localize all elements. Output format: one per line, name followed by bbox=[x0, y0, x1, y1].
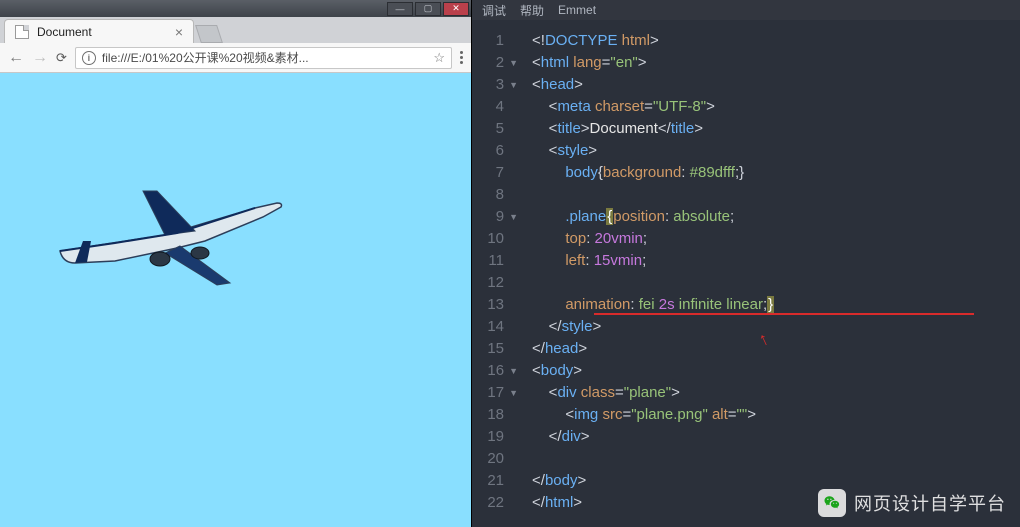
code-line[interactable]: <meta charset="UTF-8"> bbox=[532, 96, 1020, 118]
max-button[interactable]: ▢ bbox=[415, 2, 441, 16]
line-number: 18 bbox=[472, 404, 518, 426]
menu-debug[interactable]: 调试 bbox=[482, 2, 506, 19]
back-button[interactable]: ← bbox=[8, 49, 24, 67]
code-line[interactable]: left: 15vmin; bbox=[532, 250, 1020, 272]
url-text: file:///E:/01%20公开课%20视频&素材... bbox=[102, 49, 309, 66]
forward-button[interactable]: → bbox=[32, 49, 48, 67]
close-button[interactable]: ✕ bbox=[443, 2, 469, 16]
reload-button[interactable]: ⟳ bbox=[56, 50, 67, 66]
tab-close-icon[interactable]: × bbox=[175, 24, 183, 40]
code-line[interactable]: <body> bbox=[532, 360, 1020, 382]
line-number: 6 bbox=[472, 140, 518, 162]
code-line[interactable]: </div> bbox=[532, 426, 1020, 448]
line-number: 9▼ bbox=[472, 206, 518, 228]
line-number: 22 bbox=[472, 492, 518, 514]
line-number: 16▼ bbox=[472, 360, 518, 382]
line-number: 4 bbox=[472, 96, 518, 118]
min-button[interactable]: — bbox=[387, 2, 413, 16]
document-icon bbox=[15, 25, 29, 39]
line-number: 5 bbox=[472, 118, 518, 140]
address-bar: ← → ⟳ i file:///E:/01%20公开课%20视频&素材... ☆ bbox=[0, 43, 471, 73]
line-number: 15 bbox=[472, 338, 518, 360]
code-line[interactable]: <head> bbox=[532, 74, 1020, 96]
line-number: 13 bbox=[472, 294, 518, 316]
menu-emmet[interactable]: Emmet bbox=[558, 3, 596, 17]
code-line[interactable]: <style> bbox=[532, 140, 1020, 162]
code-line[interactable]: body{background: #89dfff;} bbox=[532, 162, 1020, 184]
code-line[interactable]: </style> bbox=[532, 316, 1020, 338]
new-tab-button[interactable] bbox=[195, 25, 223, 43]
line-number: 10 bbox=[472, 228, 518, 250]
plane-image bbox=[45, 173, 285, 298]
os-titlebar: — ▢ ✕ bbox=[0, 0, 471, 17]
code-line[interactable] bbox=[532, 184, 1020, 206]
line-number: 1 bbox=[472, 30, 518, 52]
site-info-icon[interactable]: i bbox=[82, 51, 96, 65]
code-line[interactable]: <img src="plane.png" alt=""> bbox=[532, 404, 1020, 426]
bookmark-icon[interactable]: ☆ bbox=[433, 50, 445, 66]
annotation-underline bbox=[594, 313, 974, 315]
page-content bbox=[0, 73, 471, 527]
tab-title: Document bbox=[37, 25, 92, 39]
code-body[interactable]: ↑ <!DOCTYPE html><html lang="en"><head> … bbox=[524, 20, 1020, 527]
line-number: 7 bbox=[472, 162, 518, 184]
code-area[interactable]: 12▼3▼456789▼10111213141516▼17▼1819202122… bbox=[472, 20, 1020, 527]
line-number: 12 bbox=[472, 272, 518, 294]
code-line[interactable]: top: 20vmin; bbox=[532, 228, 1020, 250]
line-number: 21 bbox=[472, 470, 518, 492]
code-line[interactable]: <html lang="en"> bbox=[532, 52, 1020, 74]
line-number: 14 bbox=[472, 316, 518, 338]
code-line[interactable] bbox=[532, 448, 1020, 470]
watermark: 网页设计自学平台 bbox=[818, 489, 1006, 517]
tab-bar: Document × bbox=[0, 17, 471, 43]
browser-tab[interactable]: Document × bbox=[4, 19, 194, 43]
line-number: 17▼ bbox=[472, 382, 518, 404]
code-editor: 调试 帮助 Emmet 12▼3▼456789▼10111213141516▼1… bbox=[472, 0, 1020, 527]
line-number: 20 bbox=[472, 448, 518, 470]
line-gutter: 12▼3▼456789▼10111213141516▼17▼1819202122 bbox=[472, 20, 524, 527]
editor-menubar: 调试 帮助 Emmet bbox=[472, 0, 1020, 20]
menu-button[interactable] bbox=[460, 51, 463, 64]
menu-help[interactable]: 帮助 bbox=[520, 2, 544, 19]
code-line[interactable]: </head> bbox=[532, 338, 1020, 360]
code-line[interactable]: <div class="plane"> bbox=[532, 382, 1020, 404]
line-number: 3▼ bbox=[472, 74, 518, 96]
watermark-text: 网页设计自学平台 bbox=[854, 490, 1006, 516]
wechat-icon bbox=[818, 489, 846, 517]
browser-window: — ▢ ✕ Document × ← → ⟳ i file:///E:/01%2… bbox=[0, 0, 472, 527]
line-number: 8 bbox=[472, 184, 518, 206]
line-number: 19 bbox=[472, 426, 518, 448]
code-line[interactable]: <title>Document</title> bbox=[532, 118, 1020, 140]
code-line[interactable]: .plane{position: absolute; bbox=[532, 206, 1020, 228]
line-number: 11 bbox=[472, 250, 518, 272]
line-number: 2▼ bbox=[472, 52, 518, 74]
url-input[interactable]: i file:///E:/01%20公开课%20视频&素材... ☆ bbox=[75, 47, 452, 69]
code-line[interactable]: <!DOCTYPE html> bbox=[532, 30, 1020, 52]
code-line[interactable] bbox=[532, 272, 1020, 294]
